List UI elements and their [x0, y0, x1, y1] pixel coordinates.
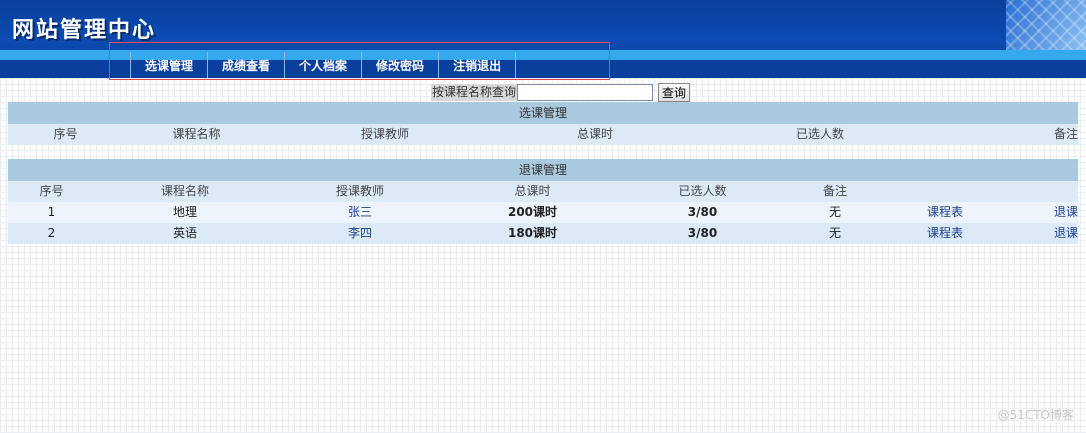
search-input[interactable] — [517, 84, 654, 101]
column-header: 课程名称 — [172, 127, 221, 141]
cell-course: 英语 — [172, 226, 197, 240]
select-course-table: 选课管理 序号 课程名称 授课教师 总课时 已选人数 备注 — [8, 102, 1078, 145]
drop-course-link[interactable]: 退课 — [1005, 223, 1078, 244]
cell-teacher: 李四 — [347, 226, 372, 240]
cell-course: 地理 — [172, 205, 197, 219]
cell-selected: 3/80 — [687, 226, 718, 240]
drop-course-table: 退课管理 序号 课程名称 授课教师 总课时 已选人数 备注 1 地理 张三 20… — [8, 159, 1078, 244]
cell-hours: 200课时 — [507, 205, 558, 219]
column-header: 授课教师 — [360, 127, 409, 141]
table-row: 1 地理 张三 200课时 3/80 无 课程表 退课 — [8, 202, 1078, 223]
search-label: 按课程名称查询 — [431, 84, 518, 101]
cell-no: 1 — [47, 205, 56, 219]
search-button[interactable]: 查询 — [658, 83, 691, 102]
column-header: 序号 — [53, 127, 78, 141]
column-header: 序号 — [39, 184, 64, 198]
column-header — [885, 181, 1005, 202]
column-header: 总课时 — [576, 127, 613, 141]
schedule-link[interactable]: 课程表 — [885, 223, 1005, 244]
cell-note: 无 — [828, 205, 841, 219]
column-header: 备注 — [822, 184, 847, 198]
column-header: 授课教师 — [335, 184, 384, 198]
nav-highlight-annotation — [109, 42, 610, 80]
drop-table-title: 退课管理 — [8, 159, 1078, 181]
drop-table-header: 序号 课程名称 授课教师 总课时 已选人数 备注 — [8, 181, 1078, 202]
table-row: 2 英语 李四 180课时 3/80 无 课程表 退课 — [8, 223, 1078, 244]
cell-note: 无 — [828, 226, 841, 240]
select-table-header: 序号 课程名称 授课教师 总课时 已选人数 备注 — [8, 124, 1078, 145]
column-header: 总课时 — [514, 184, 551, 198]
column-header: 课程名称 — [160, 184, 209, 198]
column-header: 已选人数 — [795, 127, 844, 141]
column-header — [1005, 181, 1078, 202]
column-header: 备注 — [1053, 127, 1078, 141]
column-header: 已选人数 — [678, 184, 727, 198]
drop-course-link[interactable]: 退课 — [1005, 202, 1078, 223]
cell-selected: 3/80 — [687, 205, 718, 219]
schedule-link[interactable]: 课程表 — [885, 202, 1005, 223]
search-row: 按课程名称查询 查询 — [431, 83, 691, 102]
header-decoration — [1006, 0, 1086, 56]
cell-hours: 180课时 — [507, 226, 558, 240]
watermark: @51CTO博客 — [997, 408, 1074, 422]
cell-teacher: 张三 — [347, 205, 372, 219]
cell-no: 2 — [47, 226, 56, 240]
site-title: 网站管理中心 — [12, 18, 157, 43]
select-table-title: 选课管理 — [8, 102, 1078, 124]
